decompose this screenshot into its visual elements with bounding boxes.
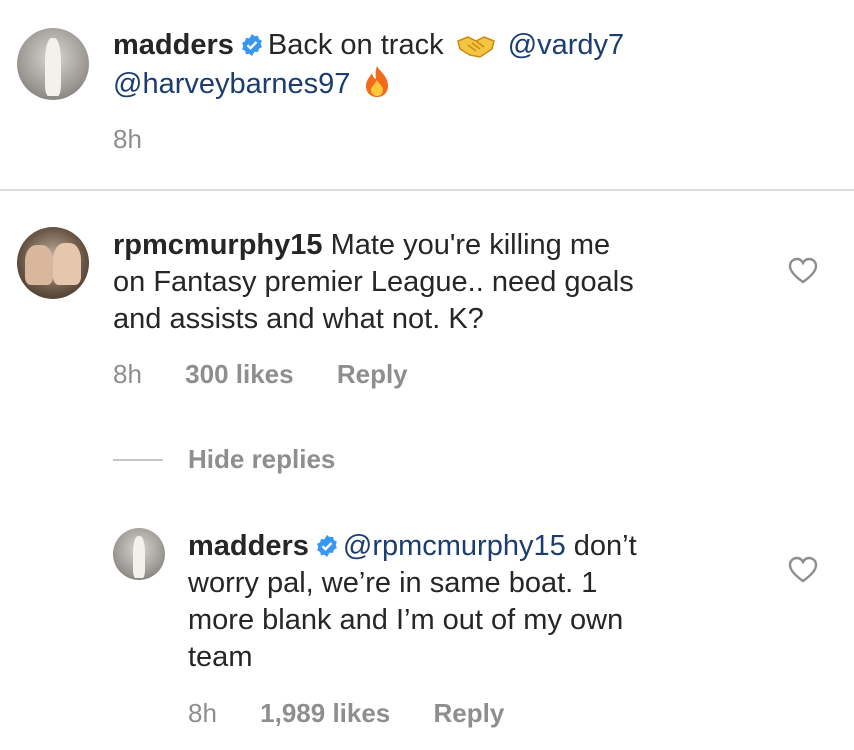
comment-body-line2: on Fantasy premier League.. need goals [113, 266, 634, 298]
fire-emoji [366, 66, 389, 97]
reply-reply-button[interactable]: Reply [434, 698, 505, 728]
comment-meta: 8h 300 likes Reply [113, 359, 444, 390]
reply-likes[interactable]: 1,989 likes [260, 698, 390, 728]
reply-mention[interactable]: @rpmcmurphy15 [343, 530, 566, 562]
reply-comment: madders @rpmcmurphy15 don’t worry pal, we… [0, 510, 854, 750]
comment-avatar[interactable] [17, 227, 89, 299]
caption-timestamp: 8h [113, 124, 142, 154]
post-caption: madders Back on track @vardy7 @harveybarn… [0, 0, 854, 190]
comment-body-line1: Mate you're killing me [330, 229, 611, 261]
comment-likes[interactable]: 300 likes [185, 359, 293, 389]
comment-body-line3: and assists and what not. K? [113, 303, 484, 335]
caption-mention-harvey[interactable]: @harveybarnes97 [113, 68, 350, 100]
caption-avatar[interactable] [17, 28, 89, 100]
comment-text: rpmcmurphy15 Mate you're killing me on F… [113, 227, 753, 338]
reply-username[interactable]: madders [188, 530, 309, 562]
avatar-face-left [25, 245, 53, 285]
reply-text: madders @rpmcmurphy15 don’t worry pal, we… [188, 528, 748, 676]
hide-replies-line [113, 459, 163, 461]
reply-meta: 8h 1,989 likes Reply [188, 698, 540, 729]
reply-like-heart-icon[interactable] [788, 556, 818, 584]
comment-reply-button[interactable]: Reply [337, 359, 408, 389]
comment-like-heart-icon[interactable] [788, 257, 818, 285]
avatar-person-figure [45, 38, 61, 96]
caption-body: Back on track [267, 29, 444, 61]
handshake-emoji [456, 36, 495, 58]
verified-badge-icon [241, 34, 262, 56]
caption-meta: 8h [113, 124, 178, 155]
comment-timestamp: 8h [113, 359, 142, 389]
reply-body-line3: more blank and I’m out of my own [188, 604, 624, 636]
reply-body-line1: don’t [573, 530, 637, 562]
avatar-face-right [53, 243, 81, 285]
comment-username[interactable]: rpmcmurphy15 [113, 229, 323, 261]
avatar-person-figure [133, 536, 145, 578]
reply-avatar[interactable] [113, 528, 165, 580]
comment: rpmcmurphy15 Mate you're killing me on F… [0, 191, 854, 431]
reply-timestamp: 8h [188, 698, 217, 728]
caption-text: madders Back on track @vardy7 @harveybarn… [113, 27, 813, 103]
hide-replies-button[interactable]: Hide replies [188, 444, 335, 475]
caption-mention-vardy[interactable]: @vardy7 [508, 29, 624, 61]
verified-badge-icon [316, 535, 337, 557]
caption-username[interactable]: madders [113, 29, 234, 61]
reply-body-line2: worry pal, we’re in same boat. 1 [188, 567, 598, 599]
reply-body-line4: team [188, 641, 253, 673]
